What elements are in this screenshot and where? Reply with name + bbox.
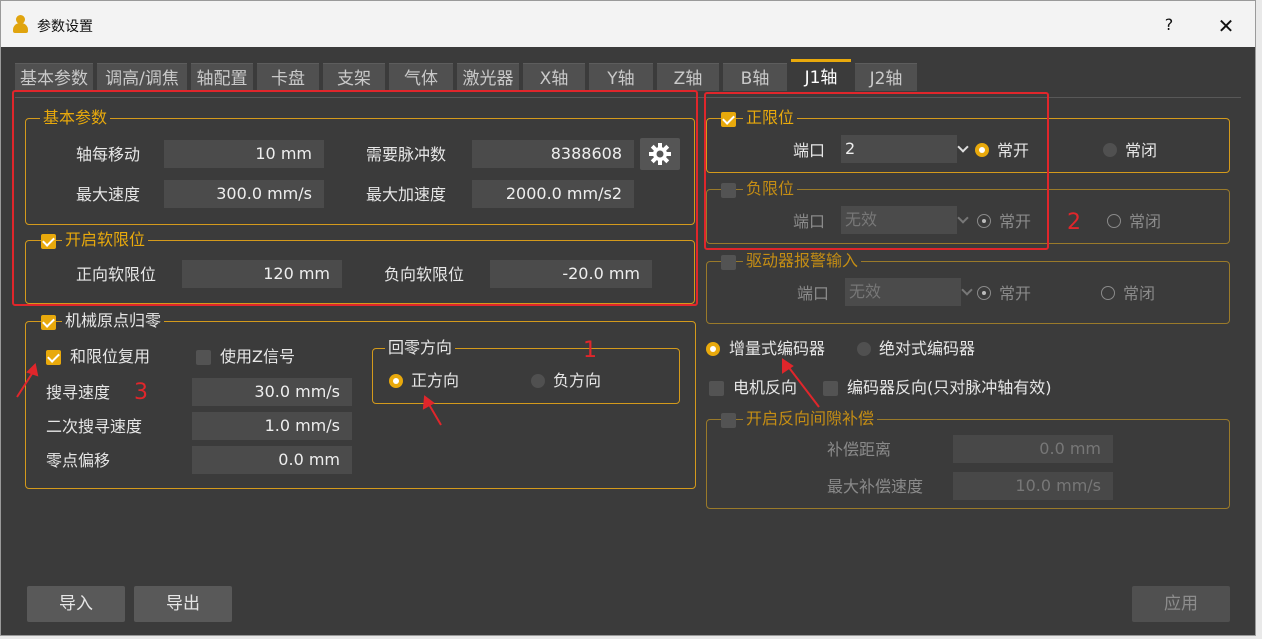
settings-window: 参数设置 ? ✕ 基本参数 调高/调焦 轴配置 卡盘 支架 气体 激光器 X轴 … (0, 0, 1256, 636)
annotation-arrows (16, 358, 820, 426)
